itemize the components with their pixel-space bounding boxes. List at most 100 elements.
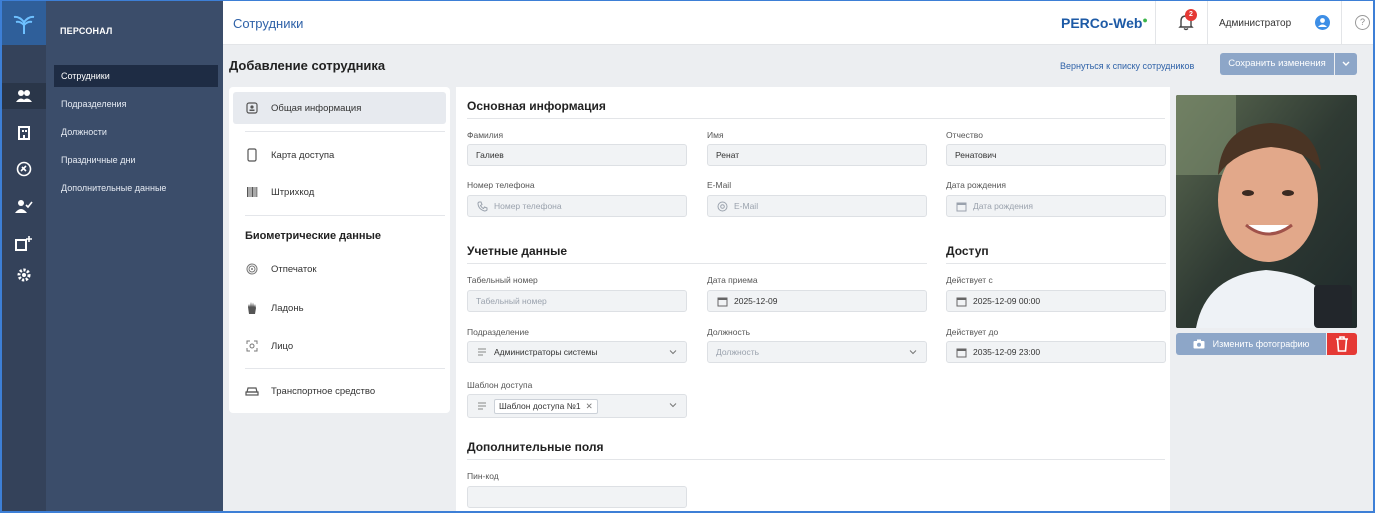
section-divider: [467, 459, 1165, 460]
first-name-field[interactable]: Ренат: [707, 144, 927, 166]
birth-date-placeholder: Дата рождения: [973, 201, 1033, 211]
birth-date-label: Дата рождения: [946, 180, 1006, 190]
tab-fingerprint[interactable]: Отпечаток: [233, 253, 446, 285]
user-check-icon[interactable]: [2, 193, 46, 219]
tab-number-label: Табельный номер: [467, 275, 538, 285]
middle-name-field[interactable]: Ренатович: [946, 144, 1166, 166]
email-label: E-Mail: [707, 180, 732, 190]
tab-vehicle-label: Транспортное средство: [271, 385, 376, 397]
face-scan-icon: [245, 339, 259, 353]
section-title-access: Доступ: [946, 244, 989, 258]
top-header: Сотрудники PERCo-Web● 2 Администратор ?: [223, 1, 1373, 45]
access-template-select[interactable]: Шаблон доступа №1 ✕: [467, 394, 687, 418]
tab-palm[interactable]: Ладонь: [233, 292, 446, 324]
calendar-icon: [716, 295, 728, 307]
chevron-down-icon: [669, 350, 677, 355]
building-add-icon[interactable]: [2, 230, 46, 256]
tab-access-card[interactable]: Карта доступа: [233, 139, 446, 171]
divider: [245, 368, 445, 369]
hire-date-value: 2025-12-09: [734, 296, 778, 306]
sidebar-section-title: ПЕРСОНАЛ: [60, 26, 113, 36]
email-field[interactable]: E-Mail: [707, 195, 927, 217]
hire-date-field[interactable]: 2025-12-09: [707, 290, 927, 312]
tab-barcode[interactable]: Штрихкод: [233, 176, 446, 208]
tab-number-field[interactable]: Табельный номер: [467, 290, 687, 312]
page-title: Добавление сотрудника: [229, 58, 386, 73]
delete-photo-button[interactable]: [1327, 333, 1357, 355]
back-to-list-link[interactable]: Вернуться к списку сотрудников: [1060, 61, 1194, 71]
employee-form: Основная информация Фамилия Галиев Имя Р…: [456, 87, 1170, 511]
personnel-icon[interactable]: [2, 83, 46, 109]
header-divider: [1341, 1, 1342, 45]
middle-name-value: Ренатович: [955, 150, 997, 160]
section-divider: [467, 263, 927, 264]
divider: [245, 131, 445, 132]
barcode-icon: [245, 185, 259, 199]
email-placeholder: E-Mail: [734, 201, 759, 211]
sidebar-item-additional-data[interactable]: Дополнительные данные: [54, 177, 218, 199]
first-name-value: Ренат: [716, 150, 740, 160]
sidebar-item-employees[interactable]: Сотрудники: [54, 65, 218, 87]
valid-to-field[interactable]: 2035-12-09 23:00: [946, 341, 1166, 363]
breadcrumb[interactable]: Сотрудники: [233, 16, 303, 31]
valid-from-value: 2025-12-09 00:00: [973, 296, 1041, 306]
department-select[interactable]: Администраторы системы: [467, 341, 687, 363]
tab-face-label: Лицо: [271, 340, 294, 352]
at-sign-icon: [716, 200, 728, 212]
section-nav: Общая информация Карта доступа Штрихкод …: [229, 87, 450, 413]
birth-date-field[interactable]: Дата рождения: [946, 195, 1166, 217]
access-template-label: Шаблон доступа: [467, 380, 533, 390]
tab-barcode-label: Штрихкод: [271, 186, 315, 198]
position-select[interactable]: Должность: [707, 341, 927, 363]
calendar-icon: [955, 295, 967, 307]
valid-to-value: 2035-12-09 23:00: [973, 347, 1041, 357]
brand-dot: ●: [1142, 15, 1148, 25]
vehicle-icon[interactable]: [2, 156, 46, 182]
sidebar-item-departments[interactable]: Подразделения: [54, 93, 218, 115]
tab-general-info-label: Общая информация: [271, 102, 362, 114]
tab-number-placeholder: Табельный номер: [476, 296, 547, 306]
main-content: Добавление сотрудника Вернуться к списку…: [223, 45, 1373, 511]
car-icon: [245, 384, 259, 398]
employee-photo: [1176, 95, 1357, 328]
tab-face[interactable]: Лицо: [233, 330, 446, 362]
tab-general-info[interactable]: Общая информация: [233, 92, 446, 124]
brand-name: PERCo-Web: [1061, 15, 1143, 31]
valid-from-field[interactable]: 2025-12-09 00:00: [946, 290, 1166, 312]
template-chip[interactable]: Шаблон доступа №1 ✕: [494, 398, 598, 414]
id-card-icon: [245, 101, 259, 115]
palm-icon: [245, 301, 259, 315]
app-window: ПЕРСОНАЛ Сотрудники Подразделения Должно…: [0, 0, 1375, 513]
pin-code-field[interactable]: [467, 486, 687, 508]
trash-icon: [1336, 336, 1348, 352]
header-divider: [1207, 1, 1208, 45]
notification-badge: 2: [1185, 9, 1197, 21]
user-avatar-icon[interactable]: [1315, 15, 1330, 30]
sidebar-item-holidays[interactable]: Праздничные дни: [54, 149, 218, 171]
save-button[interactable]: Сохранить изменения: [1220, 53, 1334, 75]
sidebar-item-positions[interactable]: Должности: [54, 121, 218, 143]
save-dropdown-button[interactable]: [1335, 53, 1357, 75]
chevron-down-icon: [909, 350, 917, 355]
help-icon[interactable]: ?: [1355, 15, 1370, 30]
phone-icon: [476, 200, 488, 212]
calendar-icon: [955, 200, 967, 212]
valid-to-label: Действует до: [946, 327, 999, 337]
last-name-label: Фамилия: [467, 130, 504, 140]
user-name[interactable]: Администратор: [1219, 18, 1291, 29]
app-logo[interactable]: [2, 1, 46, 45]
pin-code-label: Пин-код: [467, 471, 499, 481]
tab-access-card-label: Карта доступа: [271, 149, 335, 161]
valid-from-label: Действует с: [946, 275, 993, 285]
tab-vehicle[interactable]: Транспортное средство: [233, 375, 446, 407]
last-name-value: Галиев: [476, 150, 504, 160]
position-label: Должность: [707, 327, 751, 337]
remove-chip-icon[interactable]: ✕: [586, 401, 593, 412]
settings-icon[interactable]: [2, 262, 46, 288]
phone-field[interactable]: Номер телефона: [467, 195, 687, 217]
brand-logo: PERCo-Web●: [1061, 15, 1148, 31]
last-name-field[interactable]: Галиев: [467, 144, 687, 166]
building-icon[interactable]: [2, 119, 46, 145]
tab-fingerprint-label: Отпечаток: [271, 263, 317, 275]
change-photo-button[interactable]: Изменить фотографию: [1176, 333, 1326, 355]
